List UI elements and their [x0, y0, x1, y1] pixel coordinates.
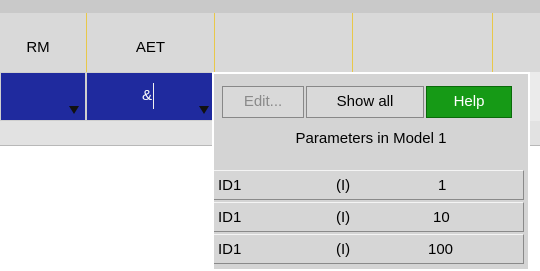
rm-cell[interactable] [0, 72, 86, 121]
parameter-row[interactable]: ID1 (I) 10 [214, 202, 524, 232]
dropdown-arrow-icon[interactable] [199, 106, 209, 114]
popup-title: Parameters in Model 1 [295, 130, 447, 147]
parameter-row[interactable]: ID1 (I) 100 [214, 234, 524, 264]
parameters-popup: Edit... Show all Help Parameters in Mode… [212, 72, 530, 271]
column-header-aet[interactable]: AET [86, 13, 214, 72]
parameter-value: 100 [428, 241, 454, 258]
column-header-empty-3[interactable] [492, 13, 540, 72]
parameter-type: (I) [336, 241, 351, 258]
column-header-empty-2[interactable] [352, 13, 492, 72]
parameter-name: ID1 [218, 241, 242, 258]
column-header-label: RM [26, 39, 50, 56]
parameter-name: ID1 [218, 209, 242, 226]
help-button[interactable]: Help [426, 86, 512, 118]
parameter-value: 10 [433, 209, 450, 226]
parameter-type: (I) [336, 177, 351, 194]
parameter-value: 1 [438, 177, 447, 194]
parameter-type: (I) [336, 209, 351, 226]
dropdown-arrow-icon[interactable] [69, 106, 79, 114]
text-cursor-icon [153, 83, 154, 109]
aet-cell-value: & [142, 87, 153, 104]
edit-button[interactable]: Edit... [222, 86, 304, 118]
aet-cell[interactable]: & [86, 72, 214, 121]
column-header-empty-1[interactable] [214, 13, 352, 72]
top-bar [0, 0, 540, 13]
show-all-button[interactable]: Show all [306, 86, 424, 118]
column-header-label: AET [135, 39, 166, 56]
column-header-rm[interactable]: RM [0, 13, 86, 72]
column-header-row: RM AET [0, 13, 540, 73]
parameter-name: ID1 [218, 177, 242, 194]
parameter-row[interactable]: ID1 (I) 1 [214, 170, 524, 200]
